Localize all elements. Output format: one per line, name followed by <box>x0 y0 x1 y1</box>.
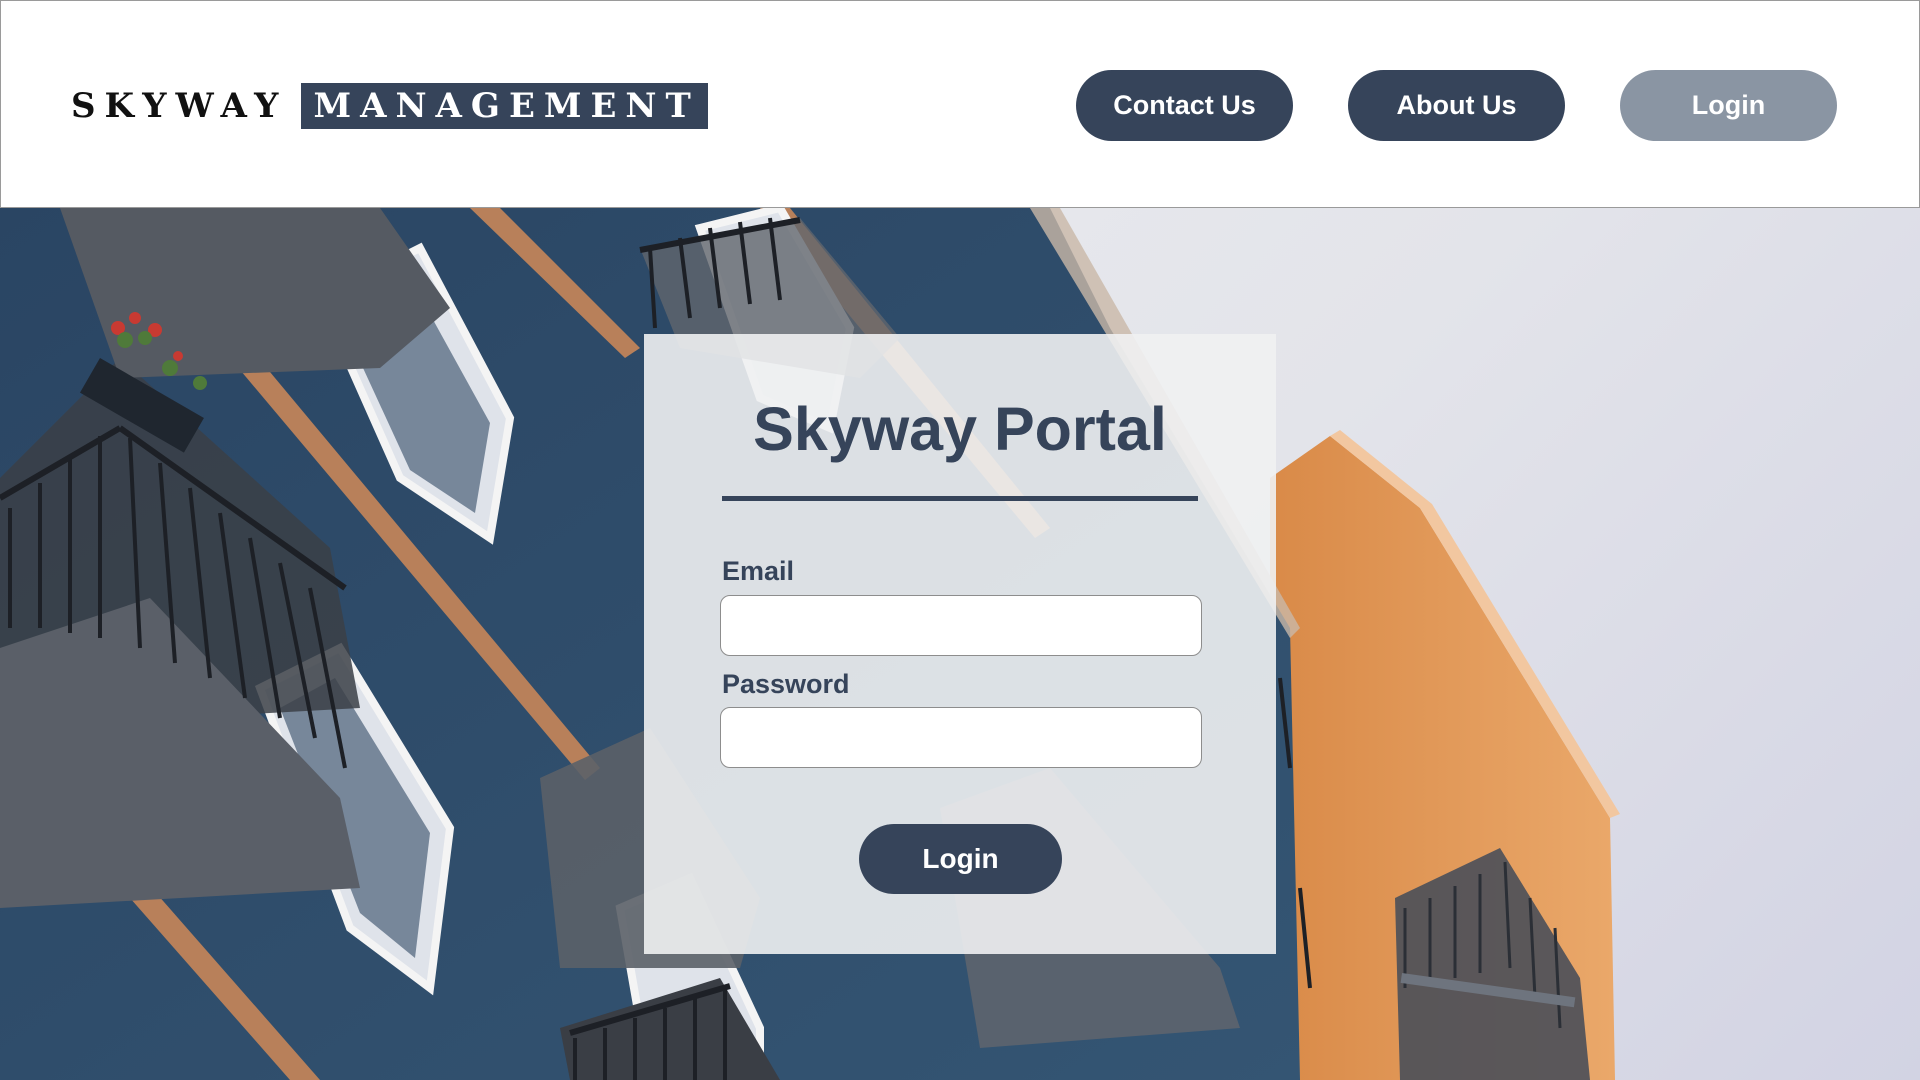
title-divider <box>722 496 1198 501</box>
password-field[interactable] <box>720 707 1202 768</box>
logo-word-skyway: SKYWAY <box>71 86 288 126</box>
contact-us-button[interactable]: Contact Us <box>1076 70 1293 141</box>
email-label: Email <box>722 556 795 586</box>
password-label: Password <box>722 669 850 699</box>
portal-title: Skyway Portal <box>753 395 1167 463</box>
nav-login-button[interactable]: Login <box>1620 70 1837 141</box>
top-header: SKYWAY MANAGEMENT Contact Us About Us Lo… <box>0 0 1920 208</box>
login-submit-button[interactable]: Login <box>859 824 1062 894</box>
brand-logo[interactable]: SKYWAY MANAGEMENT <box>71 83 708 129</box>
email-field[interactable] <box>720 595 1202 656</box>
login-card: Skyway Portal Email Password Login <box>644 334 1276 954</box>
about-us-button[interactable]: About Us <box>1348 70 1565 141</box>
logo-word-management: MANAGEMENT <box>301 83 708 129</box>
